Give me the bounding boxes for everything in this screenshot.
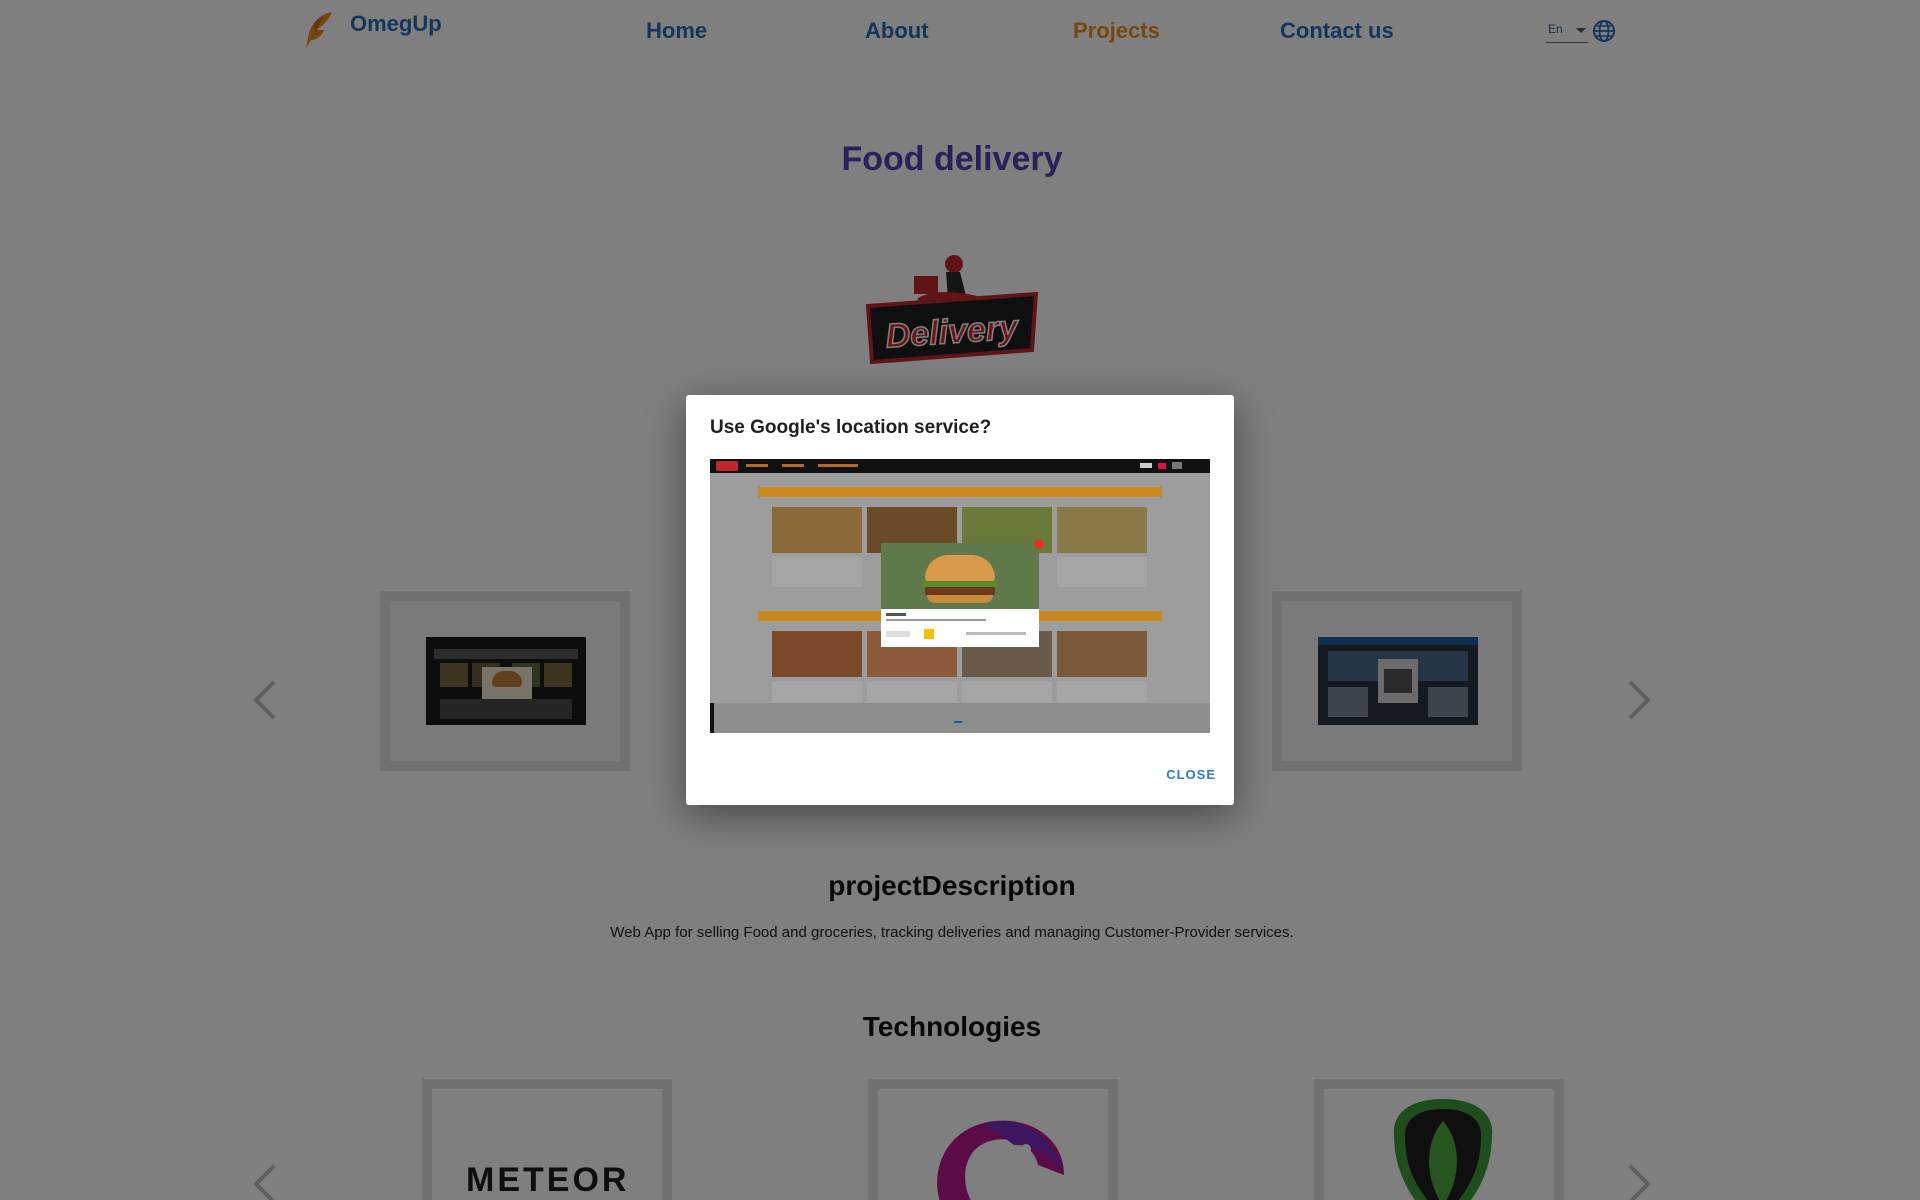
dialog-screenshot xyxy=(710,459,1210,733)
dialog-title: Use Google's location service? xyxy=(710,417,992,438)
location-dialog: Use Google's location service? CLOSE xyxy=(686,395,1234,805)
close-button[interactable]: CLOSE xyxy=(1166,767,1216,782)
